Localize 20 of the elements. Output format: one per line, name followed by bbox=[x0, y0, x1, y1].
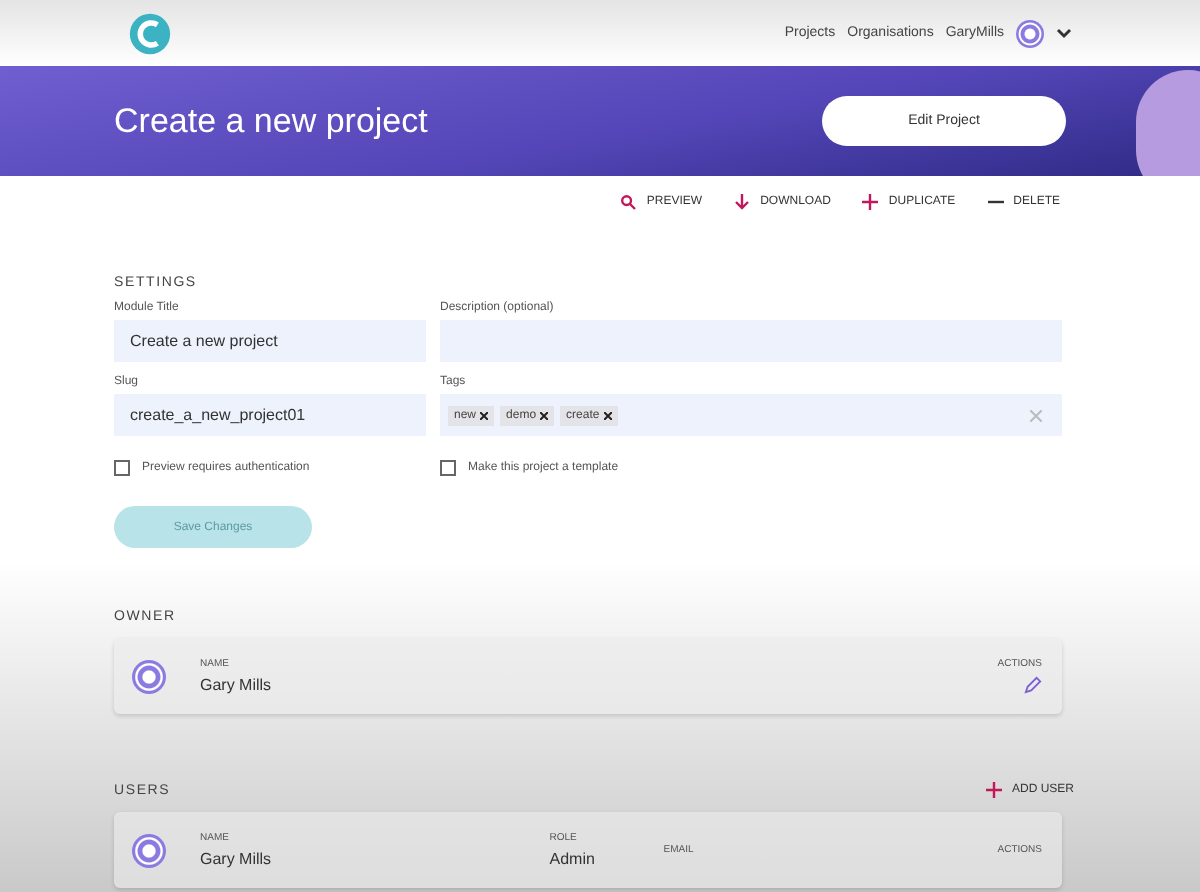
page-title: Create a new project bbox=[114, 101, 428, 141]
plus-icon bbox=[862, 194, 879, 210]
remove-icon[interactable] bbox=[540, 411, 549, 419]
remove-icon[interactable] bbox=[480, 411, 489, 419]
module-title-field[interactable]: Create a new project bbox=[114, 320, 426, 362]
checkbox[interactable] bbox=[440, 460, 456, 476]
owner-name: Gary Mills bbox=[200, 676, 274, 694]
arrow-down-icon bbox=[734, 194, 751, 210]
user-name: Gary Mills bbox=[200, 850, 274, 868]
pencil-icon[interactable] bbox=[1024, 676, 1042, 694]
remove-icon[interactable] bbox=[603, 411, 612, 419]
search-icon bbox=[620, 194, 637, 210]
avatar-icon bbox=[132, 833, 166, 867]
avatar-icon bbox=[132, 659, 166, 693]
slug-field[interactable]: create_a_new_project01 bbox=[114, 394, 426, 436]
checkbox[interactable] bbox=[114, 460, 130, 476]
avatar-icon[interactable] bbox=[1016, 19, 1044, 47]
user-role: Admin bbox=[549, 850, 597, 868]
plus-icon bbox=[985, 782, 1002, 798]
chevron-down-icon[interactable] bbox=[1056, 27, 1072, 39]
